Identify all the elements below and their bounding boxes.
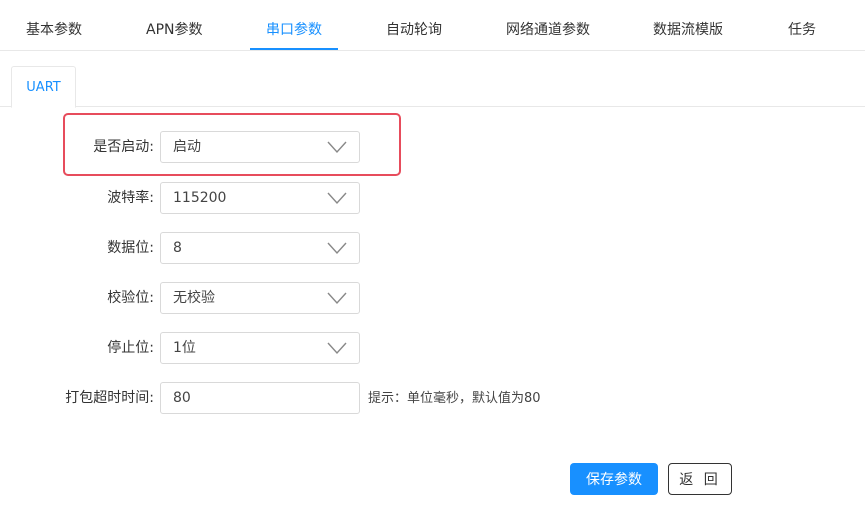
baud-rate-label: 波特率: — [107, 190, 154, 206]
form-row-enabled: 是否启动: 启动 — [0, 131, 865, 164]
tab-apn-params[interactable]: APN参数 — [146, 0, 203, 51]
form-row-baud-rate: 波特率: 115200 — [0, 182, 865, 215]
form-row-data-bits: 数据位: 8 — [0, 232, 865, 265]
stop-bits-select[interactable]: 1位 — [160, 332, 360, 364]
parity-select[interactable]: 无校验 — [160, 282, 360, 314]
parity-label: 校验位: — [107, 290, 154, 306]
form-row-parity: 校验位: 无校验 — [0, 282, 865, 315]
active-tab-indicator — [250, 48, 338, 50]
chevron-down-icon — [327, 292, 347, 305]
stop-bits-label: 停止位: — [107, 340, 154, 356]
data-bits-select-value: 8 — [173, 240, 182, 256]
enabled-label: 是否启动: — [93, 139, 154, 155]
chevron-down-icon — [327, 342, 347, 355]
save-params-button[interactable]: 保存参数 — [570, 463, 658, 495]
chevron-down-icon — [327, 192, 347, 205]
pack-timeout-label: 打包超时时间: — [65, 390, 154, 406]
tab-tasks[interactable]: 任务 — [788, 0, 816, 51]
chevron-down-icon — [327, 141, 347, 154]
baud-rate-select-value: 115200 — [173, 190, 227, 206]
data-bits-label: 数据位: — [107, 240, 154, 256]
parity-select-value: 无校验 — [173, 290, 215, 306]
tab-basic-params[interactable]: 基本参数 — [26, 0, 82, 51]
enabled-select-value: 启动 — [173, 139, 201, 155]
pack-timeout-input[interactable] — [160, 382, 360, 414]
form-row-pack-timeout: 打包超时时间: 提示：单位毫秒，默认值为80 — [0, 382, 865, 415]
chevron-down-icon — [327, 242, 347, 255]
tab-data-stream-template[interactable]: 数据流模版 — [653, 0, 723, 51]
tab-auto-polling[interactable]: 自动轮询 — [386, 0, 442, 51]
tab-serial-params[interactable]: 串口参数 — [266, 0, 322, 51]
sub-tab-bar: UART — [0, 66, 865, 108]
stop-bits-select-value: 1位 — [173, 340, 196, 356]
enabled-select[interactable]: 启动 — [160, 131, 360, 163]
top-tab-bar: 基本参数 APN参数 串口参数 自动轮询 网络通道参数 数据流模版 任务 — [0, 0, 865, 51]
data-bits-select[interactable]: 8 — [160, 232, 360, 264]
form-row-stop-bits: 停止位: 1位 — [0, 332, 865, 365]
back-button[interactable]: 返 回 — [668, 463, 732, 495]
pack-timeout-hint: 提示：单位毫秒，默认值为80 — [368, 391, 541, 406]
tab-uart[interactable]: UART — [11, 66, 76, 108]
tab-network-channel-params[interactable]: 网络通道参数 — [506, 0, 590, 51]
baud-rate-select[interactable]: 115200 — [160, 182, 360, 214]
